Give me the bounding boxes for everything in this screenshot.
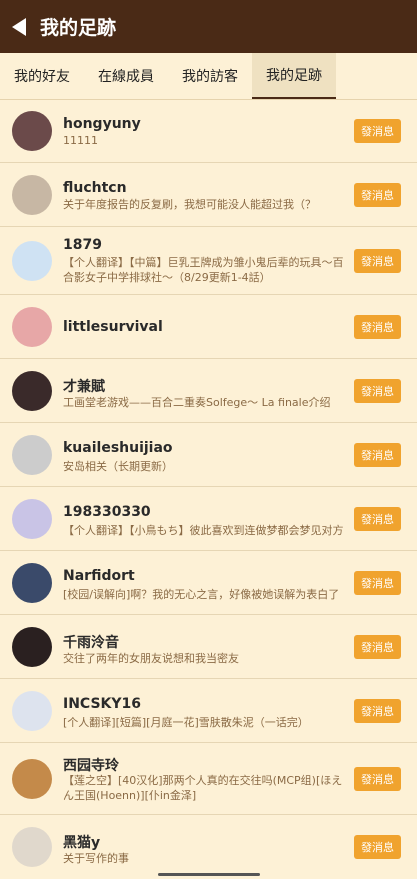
footprint-list: hongyuny 11111 發消息 fluchtcn 关于年度报告的反复刷，我…	[0, 99, 417, 879]
send-message-button[interactable]: 發消息	[354, 699, 401, 723]
tab-my-visitors[interactable]: 我的訪客	[168, 53, 252, 99]
send-message-button[interactable]: 發消息	[354, 507, 401, 531]
list-item[interactable]: INCSKY16 [个人翻译][短篇][月庭一花]雪肤散朱泥（一话完） 發消息	[0, 679, 417, 743]
user-name: kuaileshuijiao	[63, 440, 173, 456]
user-post: 【个人翻译】【小鳥もち】彼此喜欢到连做梦都会梦见对方	[63, 524, 344, 537]
tab-my-footprints[interactable]: 我的足跡	[252, 53, 336, 99]
list-item[interactable]: 198330330 【个人翻译】【小鳥もち】彼此喜欢到连做梦都会梦见对方 發消息	[0, 487, 417, 551]
list-item[interactable]: 黑猫y 关于写作的事 發消息	[0, 815, 417, 879]
back-arrow-icon[interactable]	[12, 17, 26, 36]
avatar[interactable]	[12, 371, 52, 411]
send-message-button[interactable]: 發消息	[354, 183, 401, 207]
send-message-button[interactable]: 發消息	[354, 119, 401, 143]
list-item[interactable]: kuaileshuijiao 安岛相关（长期更新） 發消息	[0, 423, 417, 487]
user-name: hongyuny	[63, 116, 141, 132]
user-post: 关于写作的事	[63, 852, 129, 865]
user-name: Narfidort	[63, 568, 135, 584]
tab-my-friends[interactable]: 我的好友	[0, 53, 84, 99]
send-message-button[interactable]: 發消息	[354, 635, 401, 659]
send-message-button[interactable]: 發消息	[354, 571, 401, 595]
avatar[interactable]	[12, 827, 52, 867]
avatar[interactable]	[12, 435, 52, 475]
avatar[interactable]	[12, 111, 52, 151]
user-name: 1879	[63, 237, 102, 253]
list-item[interactable]: Narfidort [校园/误解向]啊？我的无心之言，好像被她误解为表白了 發消…	[0, 551, 417, 615]
list-item[interactable]: 千雨泠音 交往了两年的女朋友说想和我当密友 發消息	[0, 615, 417, 679]
avatar[interactable]	[12, 691, 52, 731]
user-name: 才兼賦	[63, 379, 105, 395]
list-item[interactable]: littlesurvival 發消息	[0, 295, 417, 359]
avatar[interactable]	[12, 499, 52, 539]
send-message-button[interactable]: 發消息	[354, 315, 401, 339]
user-name: 千雨泠音	[63, 635, 119, 651]
list-item[interactable]: hongyuny 11111 發消息	[0, 99, 417, 163]
send-message-button[interactable]: 發消息	[354, 249, 401, 273]
avatar[interactable]	[12, 307, 52, 347]
user-name: 198330330	[63, 504, 151, 520]
user-name: fluchtcn	[63, 180, 127, 196]
user-name: littlesurvival	[63, 319, 163, 335]
user-post: 11111	[63, 134, 98, 147]
list-item[interactable]: fluchtcn 关于年度报告的反复刷，我想可能没人能超过我（？ 發消息	[0, 163, 417, 227]
user-post: 关于年度报告的反复刷，我想可能没人能超过我（？	[63, 198, 316, 211]
user-post: [校园/误解向]啊？我的无心之言，好像被她误解为表白了	[63, 588, 340, 601]
send-message-button[interactable]: 發消息	[354, 767, 401, 791]
send-message-button[interactable]: 發消息	[354, 379, 401, 403]
page-title: 我的足跡	[40, 17, 117, 39]
tab-bar: 我的好友 在線成員 我的訪客 我的足跡	[0, 53, 417, 100]
user-post: 交往了两年的女朋友说想和我当密友	[63, 652, 239, 665]
user-name: INCSKY16	[63, 696, 142, 712]
tab-online-members[interactable]: 在線成員	[84, 53, 168, 99]
user-post: 安岛相关（长期更新）	[63, 460, 173, 473]
avatar[interactable]	[12, 241, 52, 281]
user-post: 工画堂老游戏——百合二重奏Solfege～ La finale介绍	[63, 396, 331, 409]
top-bar: 我的足跡	[0, 0, 417, 53]
user-post: [个人翻译][短篇][月庭一花]雪肤散朱泥（一话完）	[63, 716, 309, 729]
send-message-button[interactable]: 發消息	[354, 835, 401, 859]
avatar[interactable]	[12, 627, 52, 667]
user-post: 【莲之空】[40汉化]那两个人真的在交往吗(MCP组)[ほえん王国(Hoenn)…	[63, 774, 343, 802]
user-name: 西园寺玲	[63, 758, 119, 774]
list-item[interactable]: 西园寺玲 【莲之空】[40汉化]那两个人真的在交往吗(MCP组)[ほえん王国(H…	[0, 743, 417, 815]
avatar[interactable]	[12, 563, 52, 603]
user-name: 黑猫y	[63, 835, 101, 851]
avatar[interactable]	[12, 759, 52, 799]
send-message-button[interactable]: 發消息	[354, 443, 401, 467]
avatar[interactable]	[12, 175, 52, 215]
list-item[interactable]: 才兼賦 工画堂老游戏——百合二重奏Solfege～ La finale介绍 發消…	[0, 359, 417, 423]
list-item[interactable]: 1879 【个人翻译】【中篇】巨乳王牌成为雏小鬼后辈的玩具～百合影女子中学排球社…	[0, 227, 417, 295]
user-post: 【个人翻译】【中篇】巨乳王牌成为雏小鬼后辈的玩具～百合影女子中学排球社～（8/2…	[63, 256, 344, 284]
